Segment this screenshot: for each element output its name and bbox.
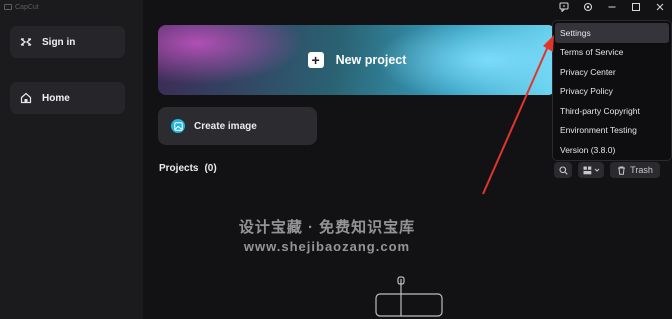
trash-label: Trash <box>630 165 653 175</box>
empty-projects-illustration <box>375 276 443 317</box>
image-icon <box>171 119 185 133</box>
window-controls <box>552 0 672 14</box>
create-image-label: Create image <box>194 120 257 132</box>
sidebar-item-home[interactable]: Home <box>10 82 125 114</box>
gear-icon[interactable] <box>576 0 600 14</box>
minimize-icon[interactable] <box>600 0 624 14</box>
search-button[interactable] <box>554 162 572 178</box>
grid-view-icon <box>583 166 591 174</box>
menu-item-privacy-policy[interactable]: Privacy Policy <box>553 82 671 102</box>
create-image-button[interactable]: Create image <box>158 107 317 145</box>
feedback-icon[interactable] <box>552 0 576 14</box>
sidebar: CapCut Sign in Home <box>0 0 143 319</box>
home-icon <box>20 92 32 104</box>
sign-in-label: Sign in <box>42 36 76 48</box>
settings-dropdown-menu: Settings Terms of Service Privacy Center… <box>552 20 672 161</box>
capcut-logo-icon <box>4 4 12 10</box>
projects-toolbar: Trash <box>554 162 660 178</box>
chevron-down-icon <box>594 168 599 172</box>
projects-heading: Projects (0) <box>159 163 217 174</box>
app-title-bar: CapCut <box>4 0 39 14</box>
watermark: 设计宝藏 · 免费知识宝库 www.shejibaozang.com <box>222 216 432 254</box>
new-project-button[interactable]: + New project <box>158 25 556 95</box>
search-icon <box>558 165 568 175</box>
home-label: Home <box>42 92 70 104</box>
close-icon[interactable] <box>648 0 672 14</box>
projects-count: (0) <box>204 163 217 174</box>
watermark-line-1: 设计宝藏 · 免费知识宝库 <box>238 219 416 236</box>
view-toggle-button[interactable] <box>578 162 604 178</box>
watermark-line-2: www.shejibaozang.com <box>243 239 411 254</box>
projects-label: Projects <box>159 163 199 174</box>
menu-item-third-party-copyright[interactable]: Third-party Copyright <box>553 101 671 121</box>
menu-item-privacy-center[interactable]: Privacy Center <box>553 62 671 82</box>
trash-icon <box>618 166 626 175</box>
plus-icon: + <box>307 52 324 68</box>
capcut-logo-icon <box>20 36 32 48</box>
new-project-label: New project <box>335 53 407 67</box>
menu-item-terms-of-service[interactable]: Terms of Service <box>553 43 671 63</box>
trash-button[interactable]: Trash <box>610 162 660 178</box>
sign-in-button[interactable]: Sign in <box>10 26 125 58</box>
menu-item-version[interactable]: Version (3.8.0) <box>553 140 671 160</box>
menu-item-environment-testing[interactable]: Environment Testing <box>553 121 671 141</box>
maximize-icon[interactable] <box>624 0 648 14</box>
menu-item-settings[interactable]: Settings <box>555 23 669 43</box>
app-title: CapCut <box>15 3 39 11</box>
